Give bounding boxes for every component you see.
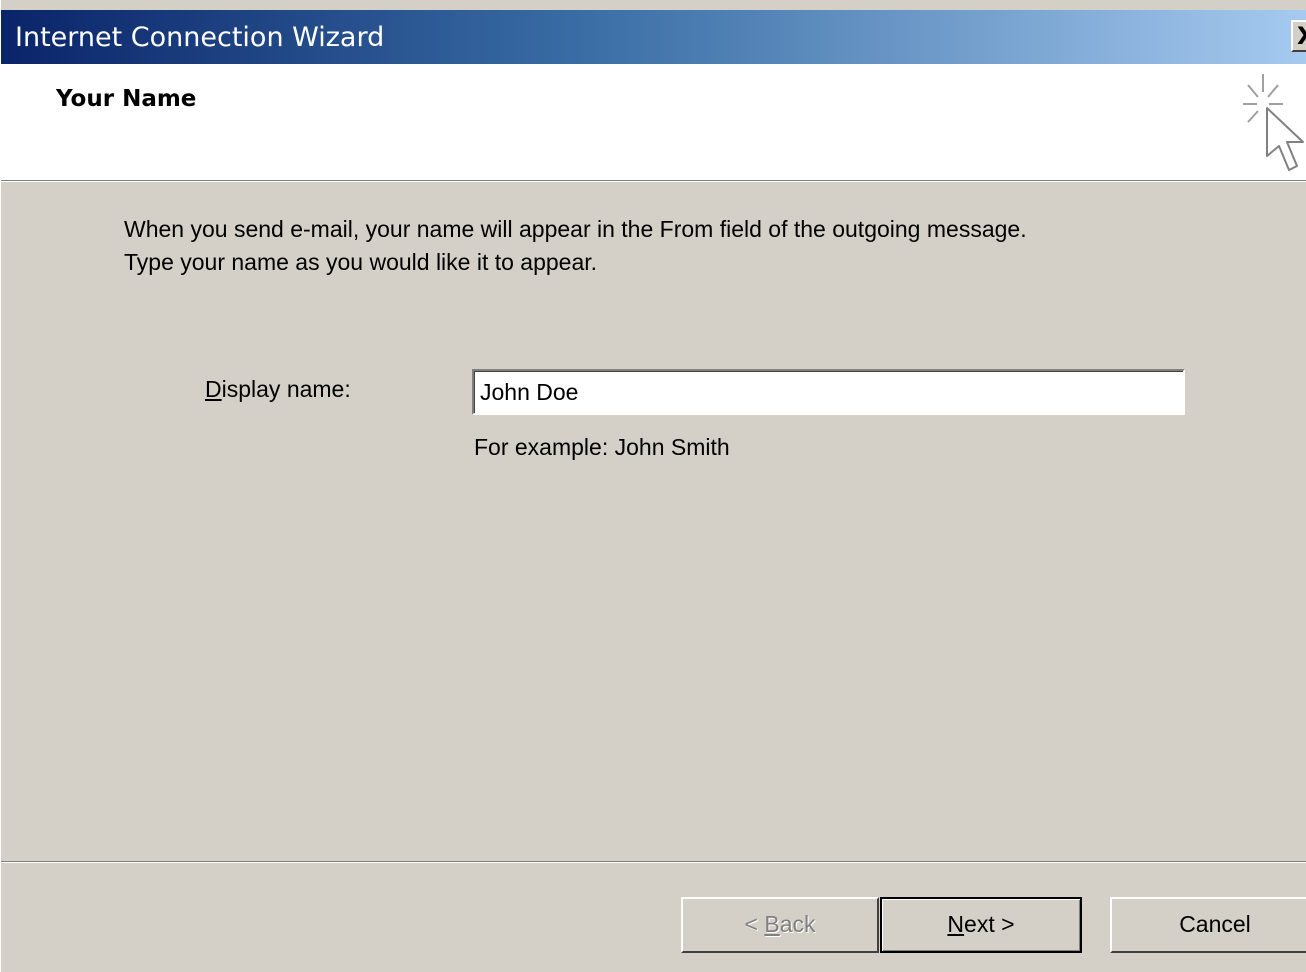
page-title: Your Name	[56, 86, 197, 112]
intro-text: When you send e-mail, your name will app…	[124, 213, 1244, 279]
window-title: Internet Connection Wizard	[15, 22, 385, 53]
next-button[interactable]: Next >	[880, 897, 1082, 953]
display-name-label: Display name:	[205, 376, 351, 402]
intro-line-1: When you send e-mail, your name will app…	[124, 216, 1027, 242]
wizard-header: Your Name	[1, 64, 1306, 180]
wizard-cursor-sparkle-icon	[1243, 74, 1304, 171]
close-icon: X	[1297, 22, 1306, 50]
wizard-window: Internet Connection Wizard X Your Name W…	[0, 0, 1306, 972]
cancel-button[interactable]: Cancel	[1110, 897, 1306, 953]
example-hint: For example: John Smith	[474, 434, 730, 460]
display-name-input[interactable]	[472, 369, 1185, 415]
title-bar[interactable]: Internet Connection Wizard X	[1, 10, 1306, 64]
close-button[interactable]: X	[1291, 20, 1306, 52]
back-button[interactable]: < Back	[681, 897, 879, 953]
intro-line-2: Type your name as you would like it to a…	[124, 249, 598, 275]
